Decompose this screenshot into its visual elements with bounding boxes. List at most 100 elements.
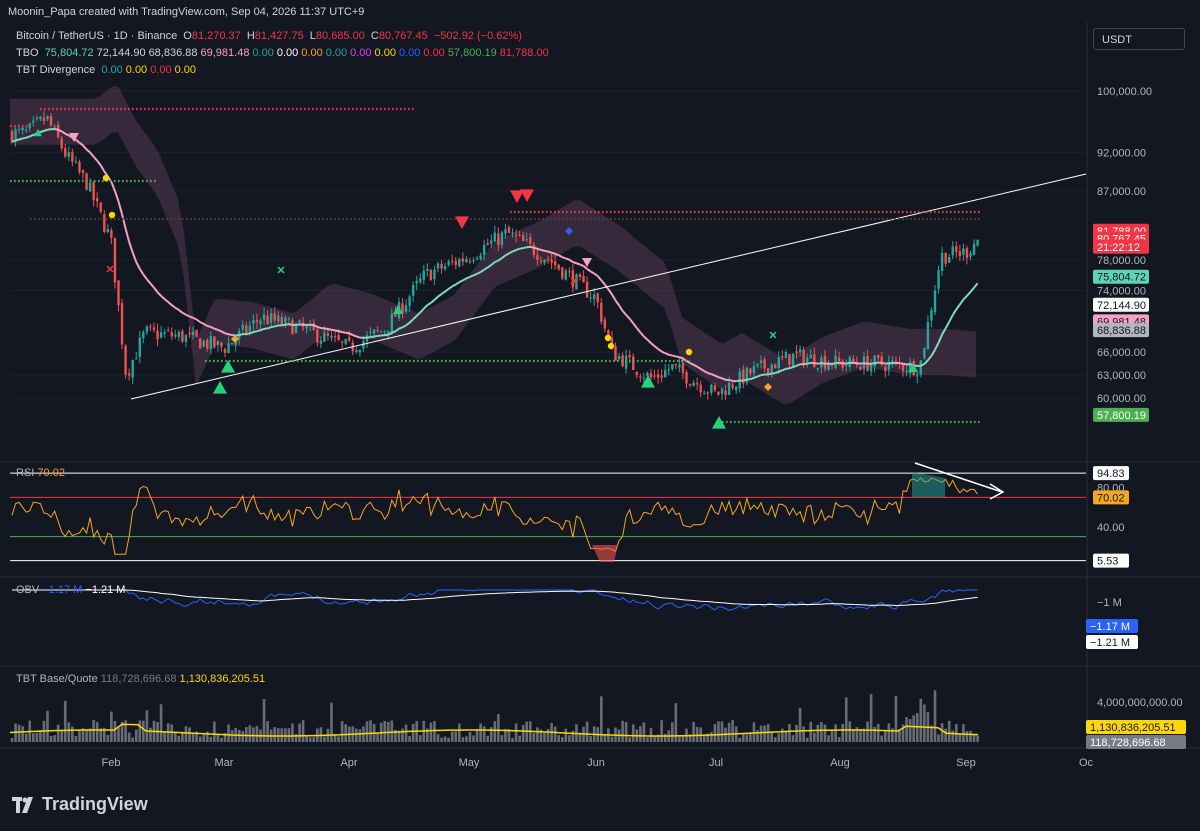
divergence-legend[interactable]: TBT Divergence 0.00 0.00 0.00 0.00 — [16, 64, 199, 76]
volume-bar — [95, 722, 99, 742]
volume-bar — [841, 723, 844, 742]
candle-body — [419, 278, 422, 282]
tradingview-logo[interactable]: TradingView — [12, 794, 148, 815]
volume-bar — [546, 729, 550, 742]
tbo-fast-line — [774, 370, 780, 375]
tbo-legend[interactable]: TBO 75,804.72 72,144.90 68,836.88 69,981.48… — [16, 47, 552, 59]
tradingview-logo-text: TradingView — [42, 794, 148, 814]
volume-bar — [134, 729, 138, 742]
volume-bar — [976, 735, 979, 742]
volume-bar — [823, 724, 827, 742]
candle-body — [113, 237, 117, 283]
candle-body — [972, 243, 976, 256]
tbo-fast-line — [572, 261, 577, 265]
tbo-fast-line — [437, 293, 443, 298]
volume-tag-label: 118,728,696.68 — [1090, 737, 1166, 749]
rsi-tag-label: 94.83 — [1097, 468, 1125, 480]
candle-body — [916, 375, 919, 377]
candle-body — [163, 332, 166, 334]
candle-body — [124, 345, 127, 375]
volume-bar — [213, 721, 216, 742]
volume-bar — [781, 728, 784, 742]
candle-body — [955, 246, 958, 253]
volume-bar — [972, 734, 976, 742]
volume-bar — [585, 721, 589, 742]
volume-bar — [962, 724, 965, 742]
tbo-fast-line — [732, 379, 737, 383]
candle-body — [326, 332, 330, 337]
tbo-fast-line — [196, 318, 201, 323]
tbo-fast-line — [757, 374, 762, 378]
tbo-fast-line — [870, 362, 875, 365]
tbo-fast-line — [611, 293, 617, 301]
candle-body — [96, 198, 99, 202]
volume-tag-label: 1,130,836,205.51 — [1090, 722, 1176, 734]
symbol-title[interactable]: Bitcoin / TetherUS · 1D · Binance — [16, 30, 177, 42]
candle-body — [159, 332, 163, 338]
volume-bar — [532, 732, 536, 742]
volume-bar — [788, 723, 791, 742]
rsi-legend[interactable]: RSI 70.02 — [16, 467, 65, 479]
currency-button[interactable]: USDT — [1093, 28, 1185, 50]
volume-legend[interactable]: TBT Base/Quote 118,728,696.68 1,130,836,… — [16, 673, 265, 685]
volume-bar — [894, 695, 898, 742]
candle-body — [688, 384, 692, 386]
tbo-fast-line — [22, 136, 27, 140]
volume-bar — [820, 722, 823, 742]
yellow-dot — [685, 348, 693, 356]
tbo-fast-line — [15, 138, 20, 142]
candle-body — [372, 329, 376, 334]
candle-body — [791, 353, 795, 367]
tbo-fast-line — [352, 334, 357, 338]
volume-bar — [145, 710, 149, 742]
tbo-fast-line — [207, 325, 212, 328]
obv-legend-v1: −1.17 M — [42, 584, 83, 596]
price-tick-label: 60,000.00 — [1097, 393, 1146, 405]
volume-bar — [486, 735, 489, 742]
obv-tag-label: −1.17 M — [1090, 621, 1130, 633]
tbo-fast-line — [750, 376, 755, 380]
volume-bar — [649, 728, 653, 742]
tbo-fast-line — [735, 379, 740, 383]
rsi-title: RSI — [16, 467, 35, 479]
candle-body — [170, 332, 173, 337]
tbo-fast-line — [579, 263, 584, 267]
candle-body — [774, 364, 777, 369]
candle-body — [905, 370, 908, 372]
tbo-fast-line — [316, 325, 322, 329]
candle-body — [81, 170, 85, 174]
tbo-fast-line — [796, 363, 801, 367]
volume-bar — [610, 736, 614, 742]
volume-bar — [880, 735, 884, 742]
volume-bar — [458, 723, 461, 742]
volume-bar — [678, 736, 681, 742]
volume-bar — [663, 733, 667, 742]
candle-body — [699, 384, 702, 393]
candle-body — [202, 340, 205, 347]
volume-bar — [727, 722, 731, 742]
candle-body — [195, 329, 198, 337]
obv-legend[interactable]: OBV −1.17 M −1.21 M — [16, 584, 125, 596]
chart-canvas[interactable]: 100,000.00 92,000.00 87,000.00 78,000.00 74,… — [0, 0, 1200, 831]
tbo-fast-line — [366, 336, 371, 339]
candle-body — [223, 349, 227, 353]
tbo-fast-line — [11, 139, 16, 143]
tbo-fast-line — [948, 314, 954, 323]
candle-body — [46, 115, 49, 120]
candle-body — [809, 354, 812, 359]
candle-body — [230, 342, 234, 345]
candle-body — [227, 343, 230, 353]
candle-body — [42, 117, 46, 121]
candle-body — [752, 365, 756, 374]
candle-body — [894, 360, 898, 362]
tbo-fast-line — [341, 331, 346, 334]
tbo-fast-line — [966, 291, 972, 297]
volume-bar — [475, 729, 479, 742]
candle-body — [383, 331, 386, 333]
tbo-fast-line — [189, 315, 194, 319]
cross-marker — [106, 265, 114, 273]
tbo-fast-line — [646, 339, 652, 344]
candle-body — [784, 352, 788, 359]
tbo-fast-line — [767, 372, 772, 376]
candle-body — [628, 355, 631, 358]
